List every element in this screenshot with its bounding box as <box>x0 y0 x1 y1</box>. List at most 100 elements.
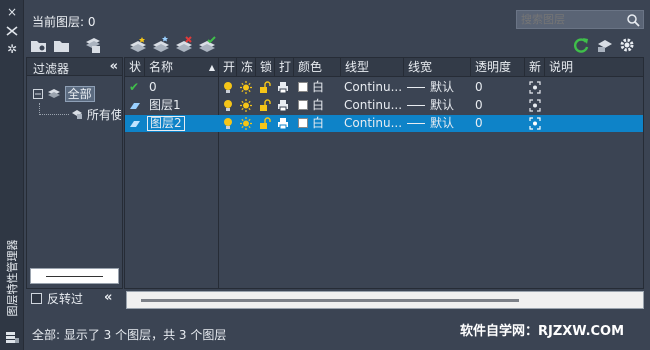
layer-color-name: 白 <box>312 98 325 112</box>
bulb-on-icon[interactable] <box>222 81 234 94</box>
invert-filter-box[interactable] <box>31 293 42 304</box>
column-plot[interactable]: 打 <box>275 58 294 77</box>
layer-color[interactable]: 白 <box>298 115 324 132</box>
column-lineweight[interactable]: 线宽 <box>404 58 471 77</box>
invert-filter-checkbox[interactable]: 反转过 <box>31 290 83 307</box>
print-icon[interactable] <box>277 117 289 130</box>
new-group-filter-icon <box>54 41 69 52</box>
new-layer-icon <box>130 37 146 52</box>
layer-lineweight[interactable]: 默认 <box>407 115 454 132</box>
column-status[interactable]: 状 <box>125 58 145 77</box>
auto-hide-icon[interactable] <box>5 24 19 38</box>
current-layer-check-icon: ✔ <box>129 80 140 94</box>
column-name[interactable]: 名称 ▲ <box>145 58 219 77</box>
tree-connector <box>39 114 69 115</box>
print-icon[interactable] <box>277 81 289 94</box>
lineweight-sample <box>407 87 425 88</box>
current-layer-label: 当前图层: 0 <box>32 15 96 29</box>
layer-linetype[interactable]: Continu... <box>344 115 404 132</box>
layer-lineweight[interactable]: 默认 <box>407 79 454 96</box>
tree-item-all-used-label: 所有使用的图层 <box>86 108 121 122</box>
refresh-icon <box>574 38 589 53</box>
column-color[interactable]: 颜色 <box>294 58 341 77</box>
column-freeze[interactable]: 冻 <box>237 58 256 77</box>
lineweight-sample <box>407 105 425 106</box>
column-lock[interactable]: 锁 <box>256 58 275 77</box>
new-group-filter-button[interactable] <box>52 36 72 54</box>
set-current-icon <box>199 36 216 52</box>
filter-linetype-preview <box>30 268 119 284</box>
delete-layer-icon <box>176 36 192 52</box>
new-layer-vp-frozen-button[interactable] <box>151 36 171 54</box>
layer-row-selected[interactable]: 图层2 白 Continu... 默认 0 <box>125 115 643 132</box>
set-current-button[interactable] <box>197 36 217 54</box>
column-name-label: 名称 <box>149 60 174 74</box>
column-description[interactable]: 说明 <box>545 58 643 77</box>
collapse-panel-icon[interactable]: « <box>104 290 112 305</box>
watermark-text: 软件自学网：RJZXW.COM <box>460 324 625 339</box>
layer-name[interactable]: 0 <box>149 79 157 96</box>
settings-button[interactable] <box>617 36 637 54</box>
layer-manager-icon[interactable] <box>5 330 19 344</box>
layer-name[interactable]: 图层1 <box>149 97 181 114</box>
layer-override-button[interactable] <box>595 36 615 54</box>
column-new-vp-freeze[interactable]: 新 <box>525 58 545 77</box>
layer-color-name: 白 <box>312 116 325 130</box>
color-swatch <box>298 82 308 92</box>
layer-transparency[interactable]: 0 <box>475 79 483 96</box>
tree-item-all[interactable]: 全部 <box>33 85 95 103</box>
layer-list: 状 名称 ▲ 开 冻 锁 打 颜色 线型 线宽 透明度 新 说明 ✔ 0 白 Co… <box>124 57 644 289</box>
gear-icon <box>620 38 634 52</box>
layer-name[interactable]: 图层2 <box>147 116 185 131</box>
column-linetype[interactable]: 线型 <box>341 58 404 77</box>
lineweight-sample <box>407 123 425 124</box>
print-icon[interactable] <box>277 99 289 112</box>
close-icon[interactable]: × <box>5 5 19 19</box>
tree-expand-icon[interactable] <box>33 89 43 99</box>
sun-thawed-icon[interactable] <box>240 99 252 112</box>
search-icon[interactable] <box>626 13 640 27</box>
new-vp-freeze-icon[interactable] <box>529 117 541 130</box>
layer-linetype[interactable]: Continu... <box>344 97 404 114</box>
bulb-on-icon[interactable] <box>222 99 234 112</box>
layer-states-icon <box>86 38 100 53</box>
color-swatch <box>298 118 308 128</box>
layer-color[interactable]: 白 <box>298 79 324 96</box>
bulb-on-icon[interactable] <box>222 117 234 130</box>
layer-row[interactable]: ✔ 0 白 Continu... 默认 0 <box>125 79 643 96</box>
search-box[interactable] <box>516 10 644 29</box>
palette-title: 图层特性管理器 <box>3 232 21 324</box>
tree-item-all-used[interactable]: 所有使用的图层 <box>71 106 121 124</box>
new-property-filter-button[interactable] <box>29 36 49 54</box>
unlock-icon[interactable] <box>259 117 271 130</box>
layer-linetype[interactable]: Continu... <box>344 79 404 96</box>
column-on[interactable]: 开 <box>219 58 237 77</box>
layer-status-icon <box>130 103 140 109</box>
tree-item-all-label: 全部 <box>64 86 95 102</box>
delete-layer-button[interactable] <box>174 36 194 54</box>
refresh-button[interactable] <box>571 36 591 54</box>
filter-title: 过滤器 <box>33 62 70 76</box>
sun-thawed-icon[interactable] <box>240 81 252 94</box>
layer-transparency[interactable]: 0 <box>475 97 483 114</box>
collapse-filter-icon[interactable]: « <box>110 59 118 74</box>
layer-color[interactable]: 白 <box>298 97 324 114</box>
layer-row[interactable]: 图层1 白 Continu... 默认 0 <box>125 97 643 114</box>
layer-states-manager-button[interactable] <box>83 36 103 54</box>
new-vp-freeze-icon[interactable] <box>529 99 541 112</box>
new-layer-button[interactable] <box>128 36 148 54</box>
layer-transparency[interactable]: 0 <box>475 115 483 132</box>
search-input[interactable] <box>517 11 621 28</box>
scrollbar-thumb[interactable] <box>141 299 519 302</box>
properties-icon[interactable]: ✲ <box>5 42 19 56</box>
color-swatch <box>298 100 308 110</box>
unlock-icon[interactable] <box>259 81 271 94</box>
sun-thawed-icon[interactable] <box>240 117 252 130</box>
column-transparency[interactable]: 透明度 <box>471 58 525 77</box>
palette-title-text: 图层特性管理器 <box>6 239 19 317</box>
horizontal-scrollbar[interactable] <box>126 291 644 309</box>
new-vp-freeze-icon[interactable] <box>529 81 541 94</box>
layer-color-name: 白 <box>312 80 325 94</box>
unlock-icon[interactable] <box>259 99 271 112</box>
layer-lineweight[interactable]: 默认 <box>407 97 454 114</box>
